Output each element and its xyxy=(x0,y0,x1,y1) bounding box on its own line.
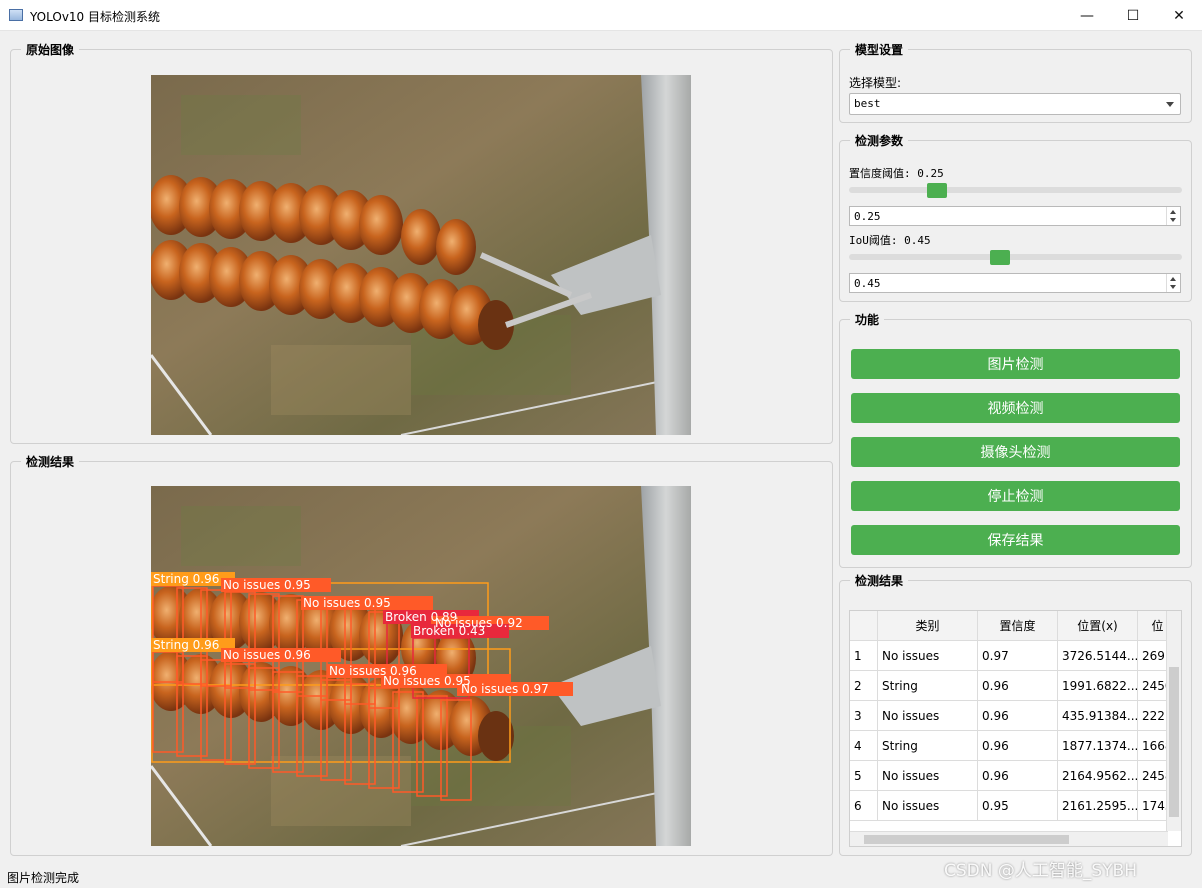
title-bar: YOLOv10 目标检测系统 — ☐ ✕ xyxy=(0,0,1202,31)
row-index[interactable]: 5 xyxy=(850,761,878,791)
arrow-down-icon[interactable] xyxy=(1170,285,1176,289)
stop-detect-button[interactable]: 停止检测 xyxy=(851,481,1180,511)
app-icon xyxy=(9,9,23,21)
chevron-down-icon xyxy=(1166,102,1174,107)
confidence-cell[interactable]: 0.97 xyxy=(978,641,1058,671)
iou-stepper[interactable] xyxy=(1166,274,1180,292)
table-row[interactable]: 3 No issues 0.96 435.91384... 2221 xyxy=(850,701,1178,731)
save-results-button[interactable]: 保存结果 xyxy=(851,525,1180,555)
select-model-label: 选择模型: xyxy=(849,76,902,90)
original-image-title: 原始图像 xyxy=(21,41,80,58)
vertical-scrollbar[interactable] xyxy=(1166,611,1181,831)
position-x-cell[interactable]: 2164.9562... xyxy=(1058,761,1138,791)
watermark: CSDN @人工智能_SYBH xyxy=(944,861,1137,881)
position-x-cell[interactable]: 2161.2595... xyxy=(1058,791,1138,821)
class-cell[interactable]: String xyxy=(878,731,978,761)
table-row[interactable]: 4 String 0.96 1877.1374... 1668 xyxy=(850,731,1178,761)
row-index[interactable]: 4 xyxy=(850,731,878,761)
confidence-cell[interactable]: 0.96 xyxy=(978,701,1058,731)
detection-label: Broken 0.43 xyxy=(413,624,485,638)
detection-label: No issues 0.97 xyxy=(461,682,549,696)
result-image-title: 检测结果 xyxy=(21,453,80,470)
row-index[interactable]: 1 xyxy=(850,641,878,671)
camera-detect-button[interactable]: 摄像头检测 xyxy=(851,437,1180,467)
iou-slider[interactable] xyxy=(849,254,1182,260)
detection-label: No issues 0.95 xyxy=(223,578,311,592)
table-row[interactable]: 5 No issues 0.96 2164.9562... 2458 xyxy=(850,761,1178,791)
arrow-up-icon[interactable] xyxy=(1170,210,1176,214)
confidence-cell[interactable]: 0.96 xyxy=(978,731,1058,761)
video-detect-button[interactable]: 视频检测 xyxy=(851,393,1180,423)
position-x-cell[interactable]: 3726.5144... xyxy=(1058,641,1138,671)
column-header[interactable]: 类别 xyxy=(878,611,978,641)
scrollbar-thumb[interactable] xyxy=(1169,667,1179,817)
row-index[interactable]: 6 xyxy=(850,791,878,821)
functions-title: 功能 xyxy=(850,311,885,328)
arrow-down-icon[interactable] xyxy=(1170,218,1176,222)
detection-label: String 0.96 xyxy=(153,572,219,586)
model-select[interactable]: best xyxy=(849,93,1181,115)
result-image: String 0.96 No issues 0.95 No issues 0.9… xyxy=(151,486,691,846)
detection-label: No issues 0.96 xyxy=(223,648,311,662)
model-select-value: best xyxy=(854,97,881,110)
results-table[interactable]: 类别 置信度 位置(x) 位 1 No issues 0.97 3726.514… xyxy=(849,610,1182,847)
original-image xyxy=(151,75,691,435)
position-x-cell[interactable]: 435.91384... xyxy=(1058,701,1138,731)
class-cell[interactable]: No issues xyxy=(878,761,978,791)
iou-spinbox[interactable]: 0.45 xyxy=(849,273,1181,293)
arrow-up-icon[interactable] xyxy=(1170,277,1176,281)
class-cell[interactable]: No issues xyxy=(878,701,978,731)
confidence-stepper[interactable] xyxy=(1166,207,1180,225)
corner-cell[interactable] xyxy=(850,611,878,641)
iou-slider-handle[interactable] xyxy=(990,250,1010,265)
class-cell[interactable]: No issues xyxy=(878,791,978,821)
confidence-slider-handle[interactable] xyxy=(927,183,947,198)
position-x-cell[interactable]: 1877.1374... xyxy=(1058,731,1138,761)
window-title: YOLOv10 目标检测系统 xyxy=(30,10,161,24)
maximize-button[interactable]: ☐ xyxy=(1110,0,1156,31)
confidence-cell[interactable]: 0.96 xyxy=(978,671,1058,701)
table-row[interactable]: 6 No issues 0.95 2161.2595... 1745 xyxy=(850,791,1178,821)
detection-label: String 0.96 xyxy=(153,638,219,652)
row-index[interactable]: 3 xyxy=(850,701,878,731)
column-header[interactable]: 置信度 xyxy=(978,611,1058,641)
confidence-cell[interactable]: 0.95 xyxy=(978,791,1058,821)
row-index[interactable]: 2 xyxy=(850,671,878,701)
results-table-title: 检测结果 xyxy=(850,572,909,589)
status-bar-text: 图片检测完成 xyxy=(7,871,80,885)
table-header: 类别 置信度 位置(x) 位 xyxy=(850,611,1178,641)
horizontal-scrollbar[interactable] xyxy=(850,831,1168,846)
iou-label: IoU阈值: 0.45 xyxy=(849,234,931,247)
table-row[interactable]: 2 String 0.96 1991.6822... 2450 xyxy=(850,671,1178,701)
model-settings-title: 模型设置 xyxy=(850,41,909,58)
column-header[interactable]: 位置(x) xyxy=(1058,611,1138,641)
scrollbar-thumb[interactable] xyxy=(864,835,1069,844)
confidence-slider[interactable] xyxy=(849,187,1182,193)
detect-params-title: 检测参数 xyxy=(850,132,909,149)
position-x-cell[interactable]: 1991.6822... xyxy=(1058,671,1138,701)
detection-label: No issues 0.95 xyxy=(383,674,471,688)
close-button[interactable]: ✕ xyxy=(1156,0,1202,31)
confidence-spinbox-value: 0.25 xyxy=(854,210,881,223)
iou-spinbox-value: 0.45 xyxy=(854,277,881,290)
confidence-spinbox[interactable]: 0.25 xyxy=(849,206,1181,226)
minimize-button[interactable]: — xyxy=(1064,0,1110,31)
image-detect-button[interactable]: 图片检测 xyxy=(851,349,1180,379)
confidence-cell[interactable]: 0.96 xyxy=(978,761,1058,791)
class-cell[interactable]: No issues xyxy=(878,641,978,671)
confidence-label: 置信度阈值: 0.25 xyxy=(849,167,944,180)
detection-label: No issues 0.95 xyxy=(303,596,391,610)
class-cell[interactable]: String xyxy=(878,671,978,701)
table-row[interactable]: 1 No issues 0.97 3726.5144... 2691 xyxy=(850,641,1178,671)
